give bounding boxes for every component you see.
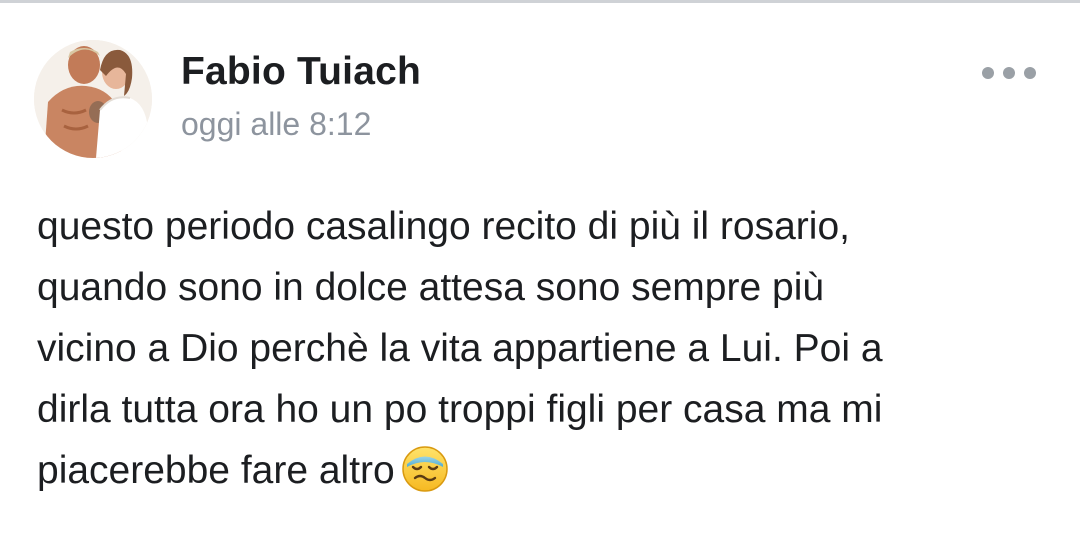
post-text-line-last: piacerebbe fare altro bbox=[37, 440, 1047, 511]
post-text-line: questo periodo casalingo recito di più i… bbox=[37, 205, 850, 248]
avatar-photo bbox=[34, 40, 152, 158]
more-options-button[interactable] bbox=[978, 58, 1040, 88]
avatar[interactable] bbox=[34, 40, 152, 158]
sweat-smile-emoji-icon bbox=[401, 445, 449, 511]
post-text-line: quando sono in dolce attesa sono sempre … bbox=[37, 266, 825, 309]
author-name[interactable]: Fabio Tuiach bbox=[181, 50, 421, 94]
more-horizontal-icon-dot bbox=[1003, 67, 1015, 79]
top-divider bbox=[0, 0, 1080, 3]
post-text-line: dirla tutta ora ho un po troppi figli pe… bbox=[37, 388, 883, 431]
post-text-line: vicino a Dio perchè la vita appartiene a… bbox=[37, 327, 883, 370]
more-horizontal-icon bbox=[982, 67, 994, 79]
post-text-line: piacerebbe fare altro bbox=[37, 449, 395, 492]
post-text: questo periodo casalingo recito di più i… bbox=[37, 196, 1047, 511]
post-timestamp[interactable]: oggi alle 8:12 bbox=[181, 106, 371, 143]
more-horizontal-icon-dot bbox=[1024, 67, 1036, 79]
